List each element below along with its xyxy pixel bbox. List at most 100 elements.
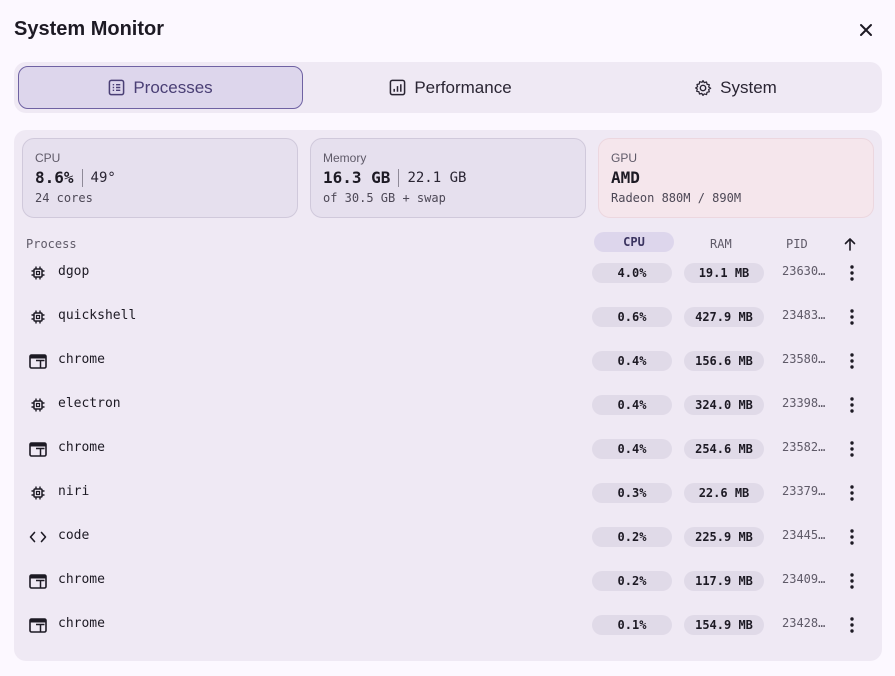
gpu-card-values: AMD [611, 168, 861, 187]
more-vertical-icon [850, 485, 854, 501]
table-row[interactable]: chrome 0.4% 254.6 MB 23582… [14, 427, 882, 471]
process-cpu: 0.6% [592, 307, 672, 327]
table-row[interactable]: electron 0.4% 324.0 MB 23398… [14, 383, 882, 427]
close-button[interactable] [852, 16, 880, 44]
title-bar: System Monitor [0, 0, 895, 62]
memory-card-values: 16.3 GB 22.1 GB [323, 168, 573, 187]
memory-used-value: 16.3 GB [323, 168, 391, 187]
column-header-cpu[interactable]: CPU [594, 232, 674, 252]
process-ram: 22.6 MB [684, 483, 764, 503]
cpu-card-values: 8.6% 49° [35, 168, 285, 187]
window-icon [28, 351, 48, 371]
more-options-button[interactable] [842, 393, 862, 417]
tab-system[interactable]: System [593, 66, 878, 109]
window-icon [28, 615, 48, 635]
table-row[interactable]: quickshell 0.6% 427.9 MB 23483… [14, 295, 882, 339]
more-options-button[interactable] [842, 613, 862, 637]
process-name: chrome [58, 440, 105, 455]
process-pid: 23630… [782, 264, 826, 278]
gpu-card-label: GPU [611, 151, 638, 165]
memory-total: of 30.5 GB + swap [323, 191, 446, 205]
process-name: chrome [58, 616, 105, 631]
process-name: niri [58, 484, 90, 499]
process-name: chrome [58, 352, 105, 367]
tab-performance[interactable]: Performance [308, 66, 593, 109]
process-cpu: 0.4% [592, 351, 672, 371]
more-vertical-icon [850, 529, 854, 545]
table-row[interactable]: code 0.2% 225.9 MB 23445… [14, 515, 882, 559]
process-cpu: 0.2% [592, 571, 672, 591]
gpu-card: GPU AMD Radeon 880M / 890M [598, 138, 874, 218]
process-name: electron [58, 396, 121, 411]
arrow-up-icon [844, 238, 856, 251]
process-ram: 324.0 MB [684, 395, 764, 415]
more-options-button[interactable] [842, 569, 862, 593]
list-icon [108, 79, 125, 96]
process-cpu: 0.2% [592, 527, 672, 547]
tab-processes[interactable]: Processes [18, 66, 303, 109]
chip-icon [28, 395, 48, 415]
process-pid: 23379… [782, 484, 826, 498]
table-row[interactable]: chrome 0.4% 156.6 MB 23580… [14, 339, 882, 383]
tab-label: Performance [414, 77, 512, 97]
table-row[interactable]: chrome 0.2% 117.9 MB 23409… [14, 559, 882, 603]
process-ram: 19.1 MB [684, 263, 764, 283]
more-options-button[interactable] [842, 349, 862, 373]
process-panel: CPU 8.6% 49° 24 cores Memory 16.3 GB 22.… [14, 130, 882, 661]
gpu-model: Radeon 880M / 890M [611, 191, 742, 205]
window-icon [28, 439, 48, 459]
process-ram: 117.9 MB [684, 571, 764, 591]
chip-icon [28, 483, 48, 503]
process-pid: 23580… [782, 352, 826, 366]
process-cpu: 0.4% [592, 439, 672, 459]
chart-icon [389, 79, 406, 96]
cpu-card-label: CPU [35, 151, 61, 165]
more-vertical-icon [850, 353, 854, 369]
process-ram: 154.9 MB [684, 615, 764, 635]
chip-icon [28, 307, 48, 327]
more-vertical-icon [850, 265, 854, 281]
process-cpu: 4.0% [592, 263, 672, 283]
cpu-temperature: 49° [90, 169, 116, 186]
cpu-usage-value: 8.6% [35, 168, 74, 187]
close-icon [860, 24, 872, 36]
process-pid: 23398… [782, 396, 826, 410]
more-options-button[interactable] [842, 481, 862, 505]
gear-icon [695, 79, 712, 96]
process-name: chrome [58, 572, 105, 587]
divider [398, 168, 400, 187]
process-ram: 254.6 MB [684, 439, 764, 459]
process-pid: 23445… [782, 528, 826, 542]
process-cpu: 0.1% [592, 615, 672, 635]
process-pid: 23582… [782, 440, 826, 454]
process-pid: 23428… [782, 616, 826, 630]
process-pid: 23409… [782, 572, 826, 586]
more-vertical-icon [850, 573, 854, 589]
chip-icon [28, 263, 48, 283]
table-row[interactable]: niri 0.3% 22.6 MB 23379… [14, 471, 882, 515]
more-vertical-icon [850, 441, 854, 457]
more-vertical-icon [850, 309, 854, 325]
cpu-cores: 24 cores [35, 191, 93, 205]
process-cpu: 0.3% [592, 483, 672, 503]
divider [81, 168, 83, 187]
more-options-button[interactable] [842, 437, 862, 461]
more-options-button[interactable] [842, 305, 862, 329]
table-row[interactable]: chrome 0.1% 154.9 MB 23428… [14, 603, 882, 647]
process-cpu: 0.4% [592, 395, 672, 415]
memory-card-label: Memory [323, 151, 367, 165]
tab-bar: Processes Performance System [14, 62, 882, 113]
process-name: quickshell [58, 308, 137, 323]
table-row[interactable]: dgop 4.0% 19.1 MB 23630… [14, 251, 882, 295]
more-vertical-icon [850, 617, 854, 633]
process-name: dgop [58, 264, 90, 279]
process-pid: 23483… [782, 308, 826, 322]
more-options-button[interactable] [842, 261, 862, 285]
more-vertical-icon [850, 397, 854, 413]
more-options-button[interactable] [842, 525, 862, 549]
window-icon [28, 571, 48, 591]
memory-card: Memory 16.3 GB 22.1 GB of 30.5 GB + swap [310, 138, 586, 218]
code-icon [28, 527, 48, 547]
process-ram: 225.9 MB [684, 527, 764, 547]
gpu-vendor: AMD [611, 168, 640, 187]
